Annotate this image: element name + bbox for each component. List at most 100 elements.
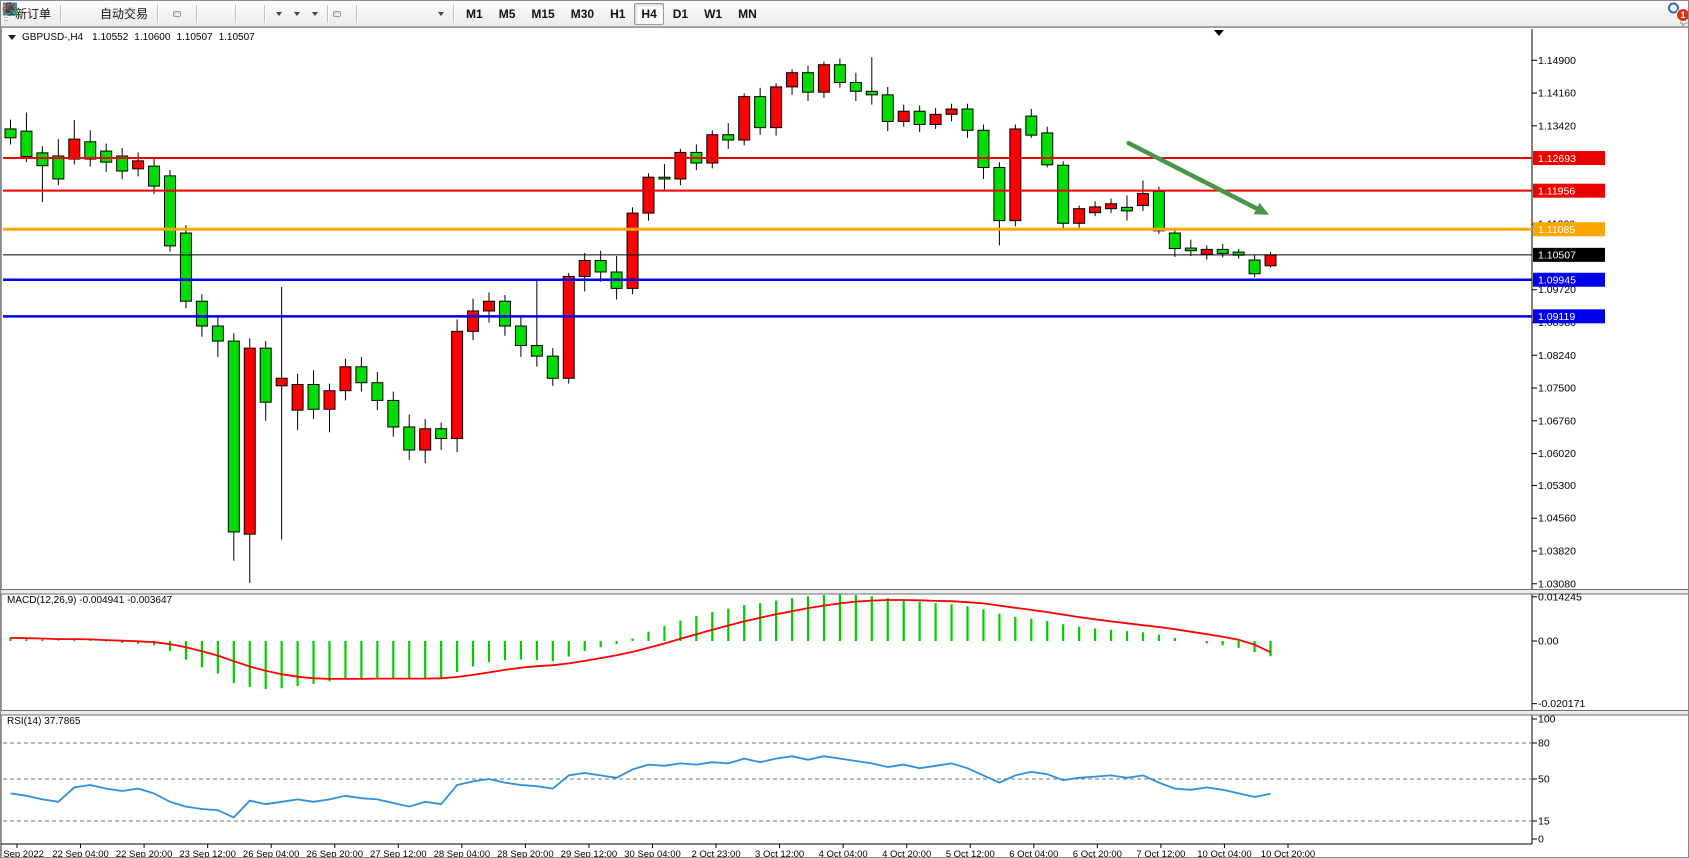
svg-text:1.13420: 1.13420 xyxy=(1538,120,1576,132)
candlestick-button[interactable] xyxy=(173,11,181,17)
pane-separator[interactable] xyxy=(1,590,1689,595)
svg-text:1.04560: 1.04560 xyxy=(1538,513,1576,525)
chart-shift-button[interactable] xyxy=(251,11,259,17)
svg-text:27 Sep 12:00: 27 Sep 12:00 xyxy=(370,849,427,858)
tile-windows-button[interactable] xyxy=(222,11,230,17)
svg-text:26 Sep 20:00: 26 Sep 20:00 xyxy=(306,849,363,858)
indicators-button[interactable] xyxy=(270,9,286,19)
svg-text:1.08240: 1.08240 xyxy=(1538,350,1576,362)
svg-text:1.09945: 1.09945 xyxy=(1538,275,1576,287)
main-toolbar: 新订单自动交易EFATM1M5M15M30H1H4D1W1MN1 xyxy=(1,1,1689,27)
pane-separator[interactable] xyxy=(1,711,1689,716)
cursor-button[interactable] xyxy=(333,11,341,17)
svg-text:22 Sep 20:00: 22 Sep 20:00 xyxy=(116,849,173,858)
toolbar-separator xyxy=(264,5,265,23)
hammer-button[interactable] xyxy=(66,11,74,17)
price-badge-1.11956: 1.11956 xyxy=(1533,184,1605,198)
svg-text:28 Sep 20:00: 28 Sep 20:00 xyxy=(497,849,554,858)
trendline-button[interactable] xyxy=(382,11,390,17)
mt4-application-window: 新订单自动交易EFATM1M5M15M30H1H4D1W1MN1 1.14900… xyxy=(0,0,1689,858)
line-chart-button[interactable] xyxy=(183,11,191,17)
profile-button[interactable] xyxy=(76,11,84,17)
toolbar-separator xyxy=(327,5,328,23)
chevron-down-icon[interactable] xyxy=(276,12,282,16)
svg-text:23 Sep 12:00: 23 Sep 12:00 xyxy=(179,849,236,858)
svg-text:0.00: 0.00 xyxy=(1538,636,1559,648)
tf-m1[interactable]: M1 xyxy=(459,3,490,25)
chevron-down-icon[interactable] xyxy=(294,12,300,16)
svg-text:0: 0 xyxy=(1538,834,1544,846)
low-value: 1.10507 xyxy=(176,32,212,43)
svg-text:1.06760: 1.06760 xyxy=(1538,415,1576,427)
notification-badge: 1 xyxy=(1676,8,1689,22)
svg-text:-0.020171: -0.020171 xyxy=(1538,698,1585,710)
svg-text:10 Oct 04:00: 10 Oct 04:00 xyxy=(1197,849,1251,858)
svg-text:1.14160: 1.14160 xyxy=(1538,88,1576,100)
price-badge-1.11085: 1.11085 xyxy=(1533,222,1605,236)
collapse-ohlc-icon[interactable] xyxy=(8,35,16,40)
chart-window[interactable]: 1.149001.141601.134201.112001.097201.089… xyxy=(1,27,1689,858)
channel-button[interactable]: E xyxy=(392,11,400,17)
chevron-down-icon[interactable] xyxy=(438,12,444,16)
vline-button[interactable] xyxy=(362,11,370,17)
svg-text:1.14900: 1.14900 xyxy=(1538,55,1576,67)
svg-text:26 Sep 04:00: 26 Sep 04:00 xyxy=(243,849,300,858)
svg-text:1.09119: 1.09119 xyxy=(1538,311,1575,323)
periods-button[interactable] xyxy=(288,9,304,19)
rsi-indicator-label: RSI(14) 37.7865 xyxy=(7,716,80,727)
text-button[interactable]: A xyxy=(412,11,420,17)
tf-m15[interactable]: M15 xyxy=(524,3,561,25)
toolbar-separator xyxy=(356,5,357,23)
svg-text:50: 50 xyxy=(1538,774,1550,786)
tf-h4[interactable]: H4 xyxy=(634,3,663,25)
svg-text:1.11956: 1.11956 xyxy=(1538,185,1575,197)
templates-button[interactable] xyxy=(306,9,322,19)
shapes-icon xyxy=(1,1,18,17)
svg-text:1.10507: 1.10507 xyxy=(1538,250,1576,262)
tf-h1[interactable]: H1 xyxy=(603,3,632,25)
svg-text:1.11085: 1.11085 xyxy=(1538,224,1575,236)
tf-w1[interactable]: W1 xyxy=(697,3,729,25)
svg-text:29 Sep 12:00: 29 Sep 12:00 xyxy=(561,849,618,858)
label-button[interactable]: T xyxy=(422,11,430,17)
svg-text:22 Sep 04:00: 22 Sep 04:00 xyxy=(52,849,109,858)
bar-chart-button[interactable] xyxy=(163,11,171,17)
fibonacci-button[interactable]: F xyxy=(402,11,410,17)
high-value: 1.10600 xyxy=(134,32,170,43)
autotrading-button[interactable]: 自动交易 xyxy=(96,2,152,25)
svg-text:80: 80 xyxy=(1538,738,1550,750)
macd-signal-value: -0.003647 xyxy=(127,595,172,606)
signals-button[interactable] xyxy=(86,11,94,17)
chevron-down-icon[interactable] xyxy=(312,12,318,16)
svg-text:6 Oct 04:00: 6 Oct 04:00 xyxy=(1009,849,1058,858)
tf-m30[interactable]: M30 xyxy=(564,3,601,25)
tf-m5[interactable]: M5 xyxy=(492,3,523,25)
tf-d1[interactable]: D1 xyxy=(666,3,695,25)
zoom-in-button[interactable] xyxy=(202,11,210,17)
svg-text:1.12693: 1.12693 xyxy=(1538,153,1576,165)
svg-text:5 Oct 12:00: 5 Oct 12:00 xyxy=(946,849,995,858)
svg-text:6 Oct 20:00: 6 Oct 20:00 xyxy=(1073,849,1122,858)
tf-mn[interactable]: MN xyxy=(731,3,764,25)
autoscroll-button[interactable] xyxy=(241,11,249,17)
chat-button[interactable]: 1 xyxy=(1677,11,1685,17)
svg-text:28 Sep 04:00: 28 Sep 04:00 xyxy=(434,849,491,858)
svg-text:1.05300: 1.05300 xyxy=(1538,480,1576,492)
price-badge-1.10507: 1.10507 xyxy=(1533,248,1605,262)
svg-text:3 Oct 12:00: 3 Oct 12:00 xyxy=(755,849,804,858)
chart-canvas[interactable]: 1.149001.141601.134201.112001.097201.089… xyxy=(1,27,1689,858)
symbol-period-label: GBPUSD-,H4 xyxy=(22,32,83,43)
svg-text:2 Oct 23:00: 2 Oct 23:00 xyxy=(691,849,740,858)
hline-button[interactable] xyxy=(372,11,380,17)
search-button[interactable] xyxy=(1667,11,1675,17)
svg-text:7 Oct 12:00: 7 Oct 12:00 xyxy=(1136,849,1185,858)
arrows-button[interactable] xyxy=(432,9,448,19)
svg-text:1.03820: 1.03820 xyxy=(1538,545,1576,557)
crosshair-button[interactable] xyxy=(343,11,351,17)
price-badge-1.09119: 1.09119 xyxy=(1533,309,1605,323)
svg-text:4 Oct 04:00: 4 Oct 04:00 xyxy=(819,849,868,858)
zoom-out-button[interactable] xyxy=(212,11,220,17)
svg-text:1.03080: 1.03080 xyxy=(1538,578,1576,590)
svg-text:21 Sep 2022: 21 Sep 2022 xyxy=(1,849,44,858)
close-value: 1.10507 xyxy=(219,32,255,43)
